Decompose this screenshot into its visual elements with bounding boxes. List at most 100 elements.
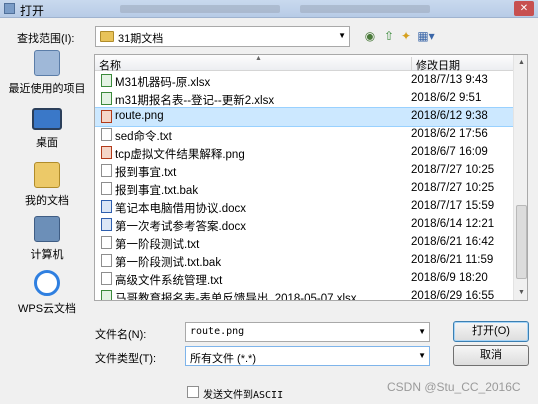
- place-desktop[interactable]: 桌面: [5, 108, 89, 150]
- place-label: 最近使用的项目: [8, 83, 86, 95]
- recent-items-icon: [34, 50, 60, 76]
- blurred-region: [120, 5, 280, 13]
- file-name: M31机器码-原.xlsx: [115, 77, 211, 89]
- file-date: 2018/7/13 9:43: [411, 74, 488, 86]
- file-name: 高级文件系统管理.txt: [115, 275, 223, 287]
- txt-file-icon: [101, 128, 112, 141]
- window-title: 打开: [20, 4, 45, 18]
- look-in-dropdown[interactable]: 31期文档 ▼: [95, 26, 350, 47]
- filename-label: 文件名(N):: [95, 329, 147, 341]
- file-name: tcp虚拟文件结果解释.png: [115, 149, 245, 161]
- file-row[interactable]: route.png 2018/6/12 9:38: [95, 107, 514, 127]
- place-documents[interactable]: 我的文档: [5, 162, 89, 208]
- docx-file-icon: [101, 218, 112, 231]
- file-name: 第一次考试参考答案.docx: [115, 221, 246, 233]
- file-row[interactable]: 报到事宜.txt 2018/7/27 10:25: [95, 162, 513, 180]
- file-name: 报到事宜.txt: [115, 167, 177, 179]
- txt-file-icon: [101, 254, 112, 267]
- file-name: 第一阶段测试.txt: [115, 239, 200, 251]
- file-date: 2018/7/27 10:25: [411, 164, 495, 176]
- file-name: sed命令.txt: [115, 131, 172, 143]
- xlsx-file-icon: [101, 92, 112, 105]
- file-row[interactable]: M31机器码-原.xlsx 2018/7/13 9:43: [95, 72, 513, 90]
- file-date: 2018/6/7 16:09: [411, 146, 488, 158]
- file-row[interactable]: 第一阶段测试.txt 2018/6/21 16:42: [95, 234, 513, 252]
- file-row[interactable]: 第一阶段测试.txt.bak 2018/6/21 11:59: [95, 252, 513, 270]
- file-row[interactable]: sed命令.txt 2018/6/2 17:56: [95, 126, 513, 144]
- filetype-select[interactable]: 所有文件 (*.*) ▼: [185, 346, 430, 366]
- cancel-button[interactable]: 取消: [453, 345, 529, 366]
- computer-icon: [34, 216, 60, 242]
- file-date: 2018/7/17 15:59: [411, 200, 495, 212]
- file-name: 笔记本电脑借用协议.docx: [115, 203, 246, 215]
- desktop-icon: [32, 108, 62, 130]
- up-folder-icon[interactable]: ⇧: [381, 28, 397, 44]
- file-date: 2018/6/21 16:42: [411, 236, 495, 248]
- send-ascii-label: 发送文件到ASCII: [203, 390, 284, 401]
- txt-file-icon: [101, 272, 112, 285]
- file-date: 2018/7/27 10:25: [411, 182, 495, 194]
- sort-arrow-icon: ▲: [255, 55, 262, 62]
- look-in-value: 31期文档: [118, 33, 164, 45]
- file-date: 2018/6/29 16:55: [411, 290, 495, 301]
- file-rows: M31机器码-原.xlsx 2018/7/13 9:43 m31期报名表--登记--…: [95, 72, 514, 301]
- place-recent[interactable]: 最近使用的项目: [5, 50, 89, 96]
- scrollbar-thumb[interactable]: [516, 205, 527, 279]
- file-row[interactable]: tcp虚拟文件结果解释.png 2018/6/7 16:09: [95, 144, 513, 162]
- chevron-down-icon: ▼: [418, 351, 426, 360]
- txt-file-icon: [101, 164, 112, 177]
- file-date: 2018/6/14 12:21: [411, 218, 495, 230]
- title-bar: 打开 ✕: [0, 0, 538, 18]
- txt-file-icon: [101, 182, 112, 195]
- place-label: 桌面: [36, 137, 58, 149]
- png-file-icon: [101, 110, 112, 123]
- file-row[interactable]: 报到事宜.txt.bak 2018/7/27 10:25: [95, 180, 513, 198]
- png-file-icon: [101, 146, 112, 159]
- close-button[interactable]: ✕: [514, 1, 534, 16]
- file-row[interactable]: 马哥教育报名表-表单反馈导出_2018-05-07.xlsx 2018/6/29 …: [95, 288, 513, 301]
- scroll-down-icon[interactable]: ▼: [515, 285, 527, 300]
- file-name: 马哥教育报名表-表单反馈导出_2018-05-07.xlsx: [115, 293, 357, 301]
- column-header-name[interactable]: 名称: [99, 57, 121, 73]
- filename-input[interactable]: route.png ▼: [185, 322, 430, 342]
- new-folder-icon[interactable]: ✦: [398, 28, 414, 44]
- file-list-header: ▲ 名称 修改日期: [95, 55, 513, 73]
- file-name: 报到事宜.txt.bak: [115, 185, 199, 197]
- folder-icon: [100, 31, 114, 42]
- app-icon: [4, 3, 15, 14]
- file-date: 2018/6/21 11:59: [411, 254, 494, 266]
- send-ascii-checkbox[interactable]: [187, 386, 199, 398]
- documents-folder-icon: [34, 162, 60, 188]
- look-in-label: 查找范围(I):: [17, 33, 75, 45]
- file-date: 2018/6/2 9:51: [411, 92, 482, 104]
- chevron-down-icon[interactable]: ▼: [418, 327, 426, 336]
- back-icon[interactable]: ◉: [362, 28, 378, 44]
- file-row[interactable]: 笔记本电脑借用协议.docx 2018/7/17 15:59: [95, 198, 513, 216]
- filetype-label: 文件类型(T):: [95, 353, 157, 365]
- file-name: m31期报名表--登记--更新2.xlsx: [115, 95, 275, 107]
- file-date: 2018/6/2 17:56: [411, 128, 488, 140]
- place-wps-cloud[interactable]: WPS云文档: [5, 270, 89, 316]
- file-name: 第一阶段测试.txt.bak: [115, 257, 222, 269]
- view-menu-icon[interactable]: ▦▾: [416, 28, 436, 44]
- open-button[interactable]: 打开(O): [453, 321, 529, 342]
- places-bar: 最近使用的项目 桌面 我的文档 计算机 WPS云文档: [5, 50, 89, 320]
- scroll-up-icon[interactable]: ▲: [515, 55, 527, 70]
- chevron-down-icon: ▼: [338, 31, 346, 40]
- vertical-scrollbar[interactable]: ▲ ▼: [513, 55, 527, 300]
- file-date: 2018/6/12 9:38: [411, 110, 488, 122]
- file-row[interactable]: m31期报名表--登记--更新2.xlsx 2018/6/2 9:51: [95, 90, 513, 108]
- place-computer[interactable]: 计算机: [5, 216, 89, 262]
- filetype-value: 所有文件 (*.*): [190, 353, 256, 365]
- txt-file-icon: [101, 236, 112, 249]
- file-name: route.png: [115, 110, 164, 122]
- file-row[interactable]: 高级文件系统管理.txt 2018/6/9 18:20: [95, 270, 513, 288]
- file-list[interactable]: ▲ 名称 修改日期 M31机器码-原.xlsx 2018/7/13 9:43 m31…: [94, 54, 528, 301]
- place-label: 计算机: [30, 249, 64, 261]
- filename-value: route.png: [190, 326, 245, 337]
- place-label: 我的文档: [25, 195, 69, 207]
- column-header-date[interactable]: 修改日期: [411, 57, 460, 72]
- file-row[interactable]: 第一次考试参考答案.docx 2018/6/14 12:21: [95, 216, 513, 234]
- blurred-region: [300, 5, 430, 13]
- cloud-icon: [34, 270, 60, 296]
